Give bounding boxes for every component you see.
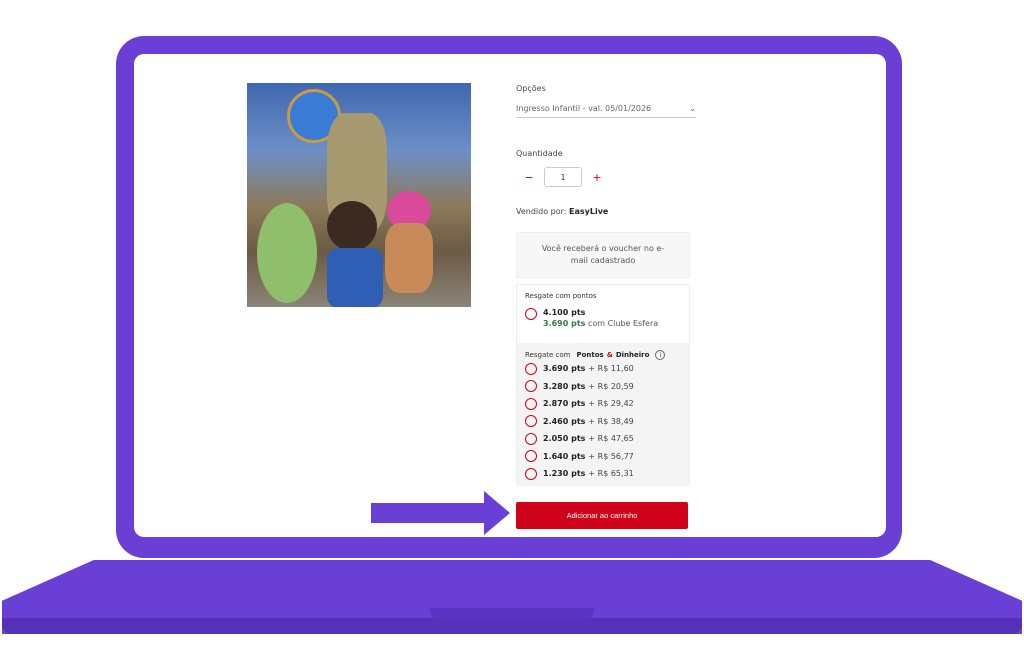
redeem-mix-option[interactable]: 3.690 pts + R$ 11,60 [525,360,681,378]
mix-title-dinheiro: Dinheiro [615,351,650,359]
add-to-cart-button[interactable]: Adicionar ao carrinho [516,502,688,529]
mascot-body [327,248,383,307]
mix-option-text: 2.050 pts + R$ 47,65 [543,434,634,443]
arrow-annotation-shaft [371,503,489,523]
mix-option-points: 2.870 pts [543,399,586,409]
quantity-input[interactable]: 1 [544,167,582,187]
options-label: Opções [516,84,546,93]
radio-icon[interactable] [525,397,537,410]
mix-option-money: + R$ 38,49 [588,416,634,426]
mix-option-points: 3.280 pts [543,381,586,391]
redeem-mix-list: 3.690 pts + R$ 11,60 3.280 pts + R$ 20,59 2.… [525,360,681,483]
mix-title-prefix: Resgate com [525,351,571,359]
quantity-plus-button[interactable]: + [590,171,604,184]
mix-option-money: + R$ 11,60 [588,364,634,374]
mascot-green [257,203,317,303]
mascot-head [327,201,377,251]
laptop-base-edge [2,618,1022,634]
seller-name: EasyLive [569,207,609,216]
redeem-mix-title: Resgate com Pontos & Dinheiro i [525,350,681,360]
mix-option-points: 1.640 pts [543,451,586,461]
quantity-stepper: − 1 + [522,167,604,187]
redeem-mix-option[interactable]: 1.640 pts + R$ 56,77 [525,448,681,466]
redeem-mix-section: Resgate com Pontos & Dinheiro i 3.690 pts +… [517,343,689,486]
mix-option-points: 3.690 pts [543,364,586,374]
quantity-minus-button[interactable]: − [522,171,536,184]
mix-option-money: + R$ 47,65 [588,434,634,444]
radio-icon[interactable] [525,362,537,375]
club-price: 3.690 pts com Clube Esfera [543,319,658,328]
redeem-mix-option[interactable]: 3.280 pts + R$ 20,59 [525,378,681,396]
seller-prefix: Vendido por: [516,207,567,216]
voucher-notice-text: Você receberá o voucher no e-mail cadast… [541,244,665,265]
points-price: 4.100 pts [543,308,586,317]
mix-title-amp: & [606,351,613,359]
mix-option-text: 2.870 pts + R$ 29,42 [543,399,634,408]
radio-icon[interactable] [525,308,537,320]
seller-info: Vendido por: EasyLive [516,207,608,216]
mix-option-points: 2.050 pts [543,434,586,444]
radio-icon[interactable] [525,415,537,428]
arrow-annotation-head [484,491,510,535]
mix-option-text: 2.460 pts + R$ 38,49 [543,417,634,426]
mix-option-money: + R$ 29,42 [588,399,634,409]
options-selected-value: Ingresso Infantil - val. 05/01/2026 [516,103,652,113]
mix-option-points: 1.230 pts [543,469,586,479]
radio-icon[interactable] [525,432,537,445]
redeem-points-title: Resgate com pontos [525,292,597,300]
info-icon[interactable]: i [655,350,666,360]
mix-option-text: 1.230 pts + R$ 65,31 [543,469,634,478]
redeem-mix-option[interactable]: 2.460 pts + R$ 38,49 [525,413,681,431]
radio-icon[interactable] [525,450,537,463]
radio-icon[interactable] [525,467,537,480]
club-points: 3.690 pts [543,319,586,328]
quantity-label: Quantidade [516,149,563,158]
mix-option-text: 1.640 pts + R$ 56,77 [543,452,634,461]
redeem-points-section: Resgate com pontos 4.100 pts 3.690 pts c… [517,285,689,343]
laptop-screen: Opções Ingresso Infantil - val. 05/01/20… [134,54,886,537]
mix-title-pontos: Pontos [576,351,604,359]
redeem-options-box: Resgate com pontos 4.100 pts 3.690 pts c… [516,284,690,486]
radio-icon[interactable] [525,380,537,393]
options-select[interactable]: Ingresso Infantil - val. 05/01/2026 ⌄ [516,99,696,118]
product-image [247,83,471,307]
chevron-down-icon: ⌄ [689,103,696,113]
laptop-notch [430,608,594,620]
mix-option-money: + R$ 20,59 [588,381,634,391]
redeem-mix-option[interactable]: 2.050 pts + R$ 47,65 [525,430,681,448]
club-suffix: com Clube Esfera [587,319,659,328]
mix-option-money: + R$ 56,77 [588,451,634,461]
redeem-points-option[interactable]: 4.100 pts 3.690 pts com Clube Esfera [525,308,681,328]
redeem-mix-option[interactable]: 1.230 pts + R$ 65,31 [525,465,681,483]
mix-option-text: 3.280 pts + R$ 20,59 [543,382,634,391]
voucher-notice: Você receberá o voucher no e-mail cadast… [516,232,690,278]
mascot-elf [385,223,433,293]
mix-option-text: 3.690 pts + R$ 11,60 [543,364,634,373]
mix-option-points: 2.460 pts [543,416,586,426]
redeem-mix-option[interactable]: 2.870 pts + R$ 29,42 [525,395,681,413]
mix-option-money: + R$ 65,31 [588,469,634,479]
